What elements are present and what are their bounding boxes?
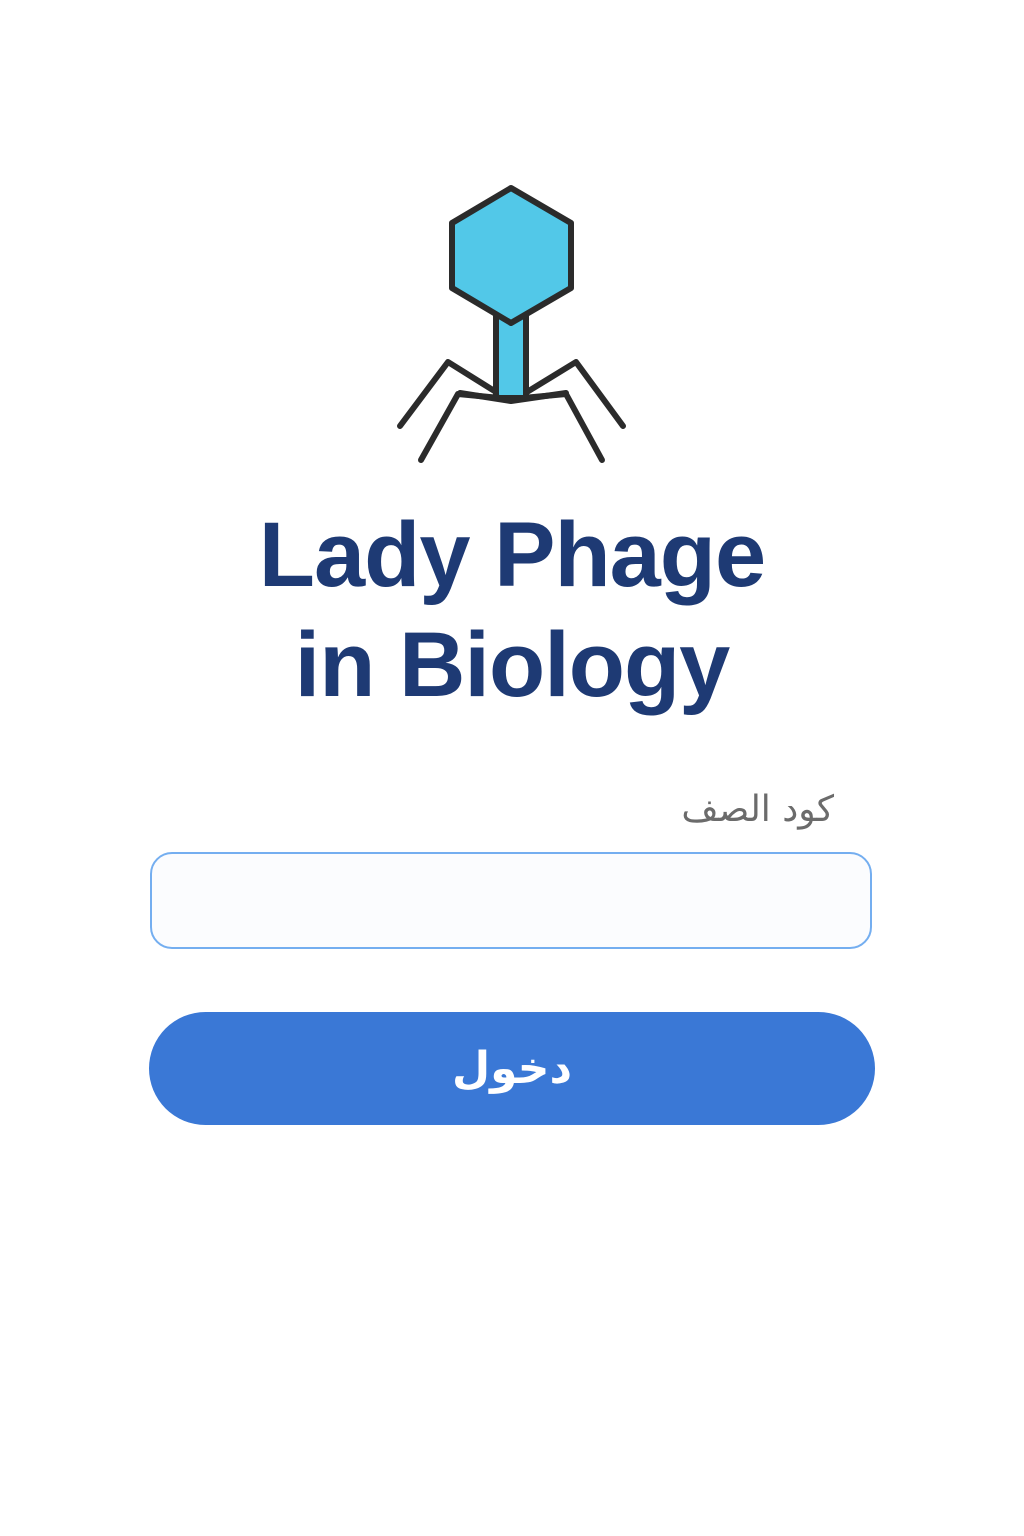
class-code-label: كود الصف [681,789,834,830]
class-code-input[interactable] [150,852,872,949]
app-title-line-2: in Biology [294,614,731,716]
login-screen: Lady Phage in Biology كود الصف دخول [0,0,1024,1536]
app-title-line-1: Lady Phage [258,504,766,606]
bacteriophage-icon [397,185,626,463]
enter-button[interactable]: دخول [149,1012,875,1125]
app-title: Lady Phage in Biology [0,500,1024,720]
